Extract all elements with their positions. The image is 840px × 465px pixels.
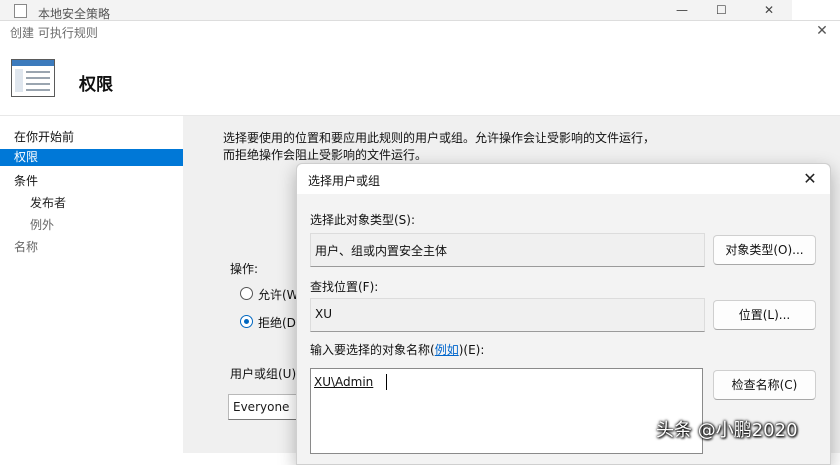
minimize-button[interactable]: — bbox=[676, 3, 688, 17]
nav-item-before-you-begin[interactable]: 在你开始前 bbox=[14, 128, 74, 145]
nav-item-permissions[interactable]: 权限 bbox=[0, 149, 184, 166]
wizard-title: 创建 可执行规则 bbox=[10, 26, 98, 40]
dialog-titlebar: 选择用户或组 ✕ bbox=[297, 164, 830, 194]
object-names-input[interactable]: XU\Admin bbox=[310, 368, 703, 454]
background-window-titlebar: 本地安全策略 — ☐ ✕ bbox=[0, 0, 792, 21]
background-window-title: 本地安全策略 bbox=[38, 7, 111, 21]
background-close-button[interactable]: ✕ bbox=[764, 3, 774, 17]
deny-label[interactable]: 拒绝(D) bbox=[258, 314, 301, 331]
page-description: 选择要使用的位置和要应用此规则的用户或组。允许操作会让受影响的文件运行， 而拒绝… bbox=[223, 130, 823, 164]
object-names-value: XU\Admin bbox=[314, 375, 374, 389]
wizard-page-icon bbox=[11, 59, 55, 97]
examples-link[interactable]: 例如 bbox=[435, 343, 459, 357]
wizard-nav: 在你开始前 权限 条件 发布者 例外 名称 bbox=[0, 116, 184, 453]
location-label: 查找位置(F): bbox=[310, 280, 379, 294]
wizard-header: 权限 bbox=[0, 43, 840, 115]
locations-button[interactable]: 位置(L)... bbox=[713, 300, 816, 330]
object-type-field: 用户、组或内置安全主体 bbox=[310, 233, 705, 267]
allow-label[interactable]: 允许(W bbox=[258, 286, 299, 303]
description-line-2: 而拒绝操作会阻止受影响的文件运行。 bbox=[223, 148, 428, 162]
dialog-title: 选择用户或组 bbox=[308, 174, 381, 188]
watermark: 头条 @小鹏2020 bbox=[656, 420, 798, 441]
description-line-1: 选择要使用的位置和要应用此规则的用户或组。允许操作会让受影响的文件运行， bbox=[223, 131, 656, 145]
nav-item-conditions[interactable]: 条件 bbox=[14, 172, 38, 189]
page-title: 权限 bbox=[79, 75, 113, 95]
allow-radio[interactable] bbox=[240, 287, 253, 300]
nav-item-publisher[interactable]: 发布者 bbox=[30, 194, 66, 211]
object-type-value: 用户、组或内置安全主体 bbox=[315, 244, 448, 258]
enter-names-label: 输入要选择的对象名称(例如)(E): bbox=[310, 343, 485, 357]
wizard-titlebar: 创建 可执行规则 ✕ bbox=[0, 21, 840, 43]
security-policy-icon bbox=[14, 4, 27, 18]
check-names-button[interactable]: 检查名称(C) bbox=[713, 370, 816, 400]
location-field: XU bbox=[310, 298, 705, 332]
nav-divider bbox=[183, 116, 210, 453]
object-types-button[interactable]: 对象类型(O)... bbox=[713, 235, 816, 265]
action-label: 操作: bbox=[230, 262, 259, 276]
user-group-label: 用户或组(U): bbox=[230, 367, 301, 381]
nav-item-exceptions[interactable]: 例外 bbox=[30, 216, 54, 233]
text-caret bbox=[386, 374, 387, 390]
maximize-button[interactable]: ☐ bbox=[716, 3, 727, 17]
object-type-label: 选择此对象类型(S): bbox=[310, 213, 416, 227]
deny-radio[interactable] bbox=[240, 315, 253, 328]
location-value: XU bbox=[315, 307, 333, 321]
wizard-close-button[interactable]: ✕ bbox=[810, 20, 834, 42]
dialog-close-button[interactable]: ✕ bbox=[798, 167, 822, 191]
nav-item-name[interactable]: 名称 bbox=[14, 238, 38, 255]
